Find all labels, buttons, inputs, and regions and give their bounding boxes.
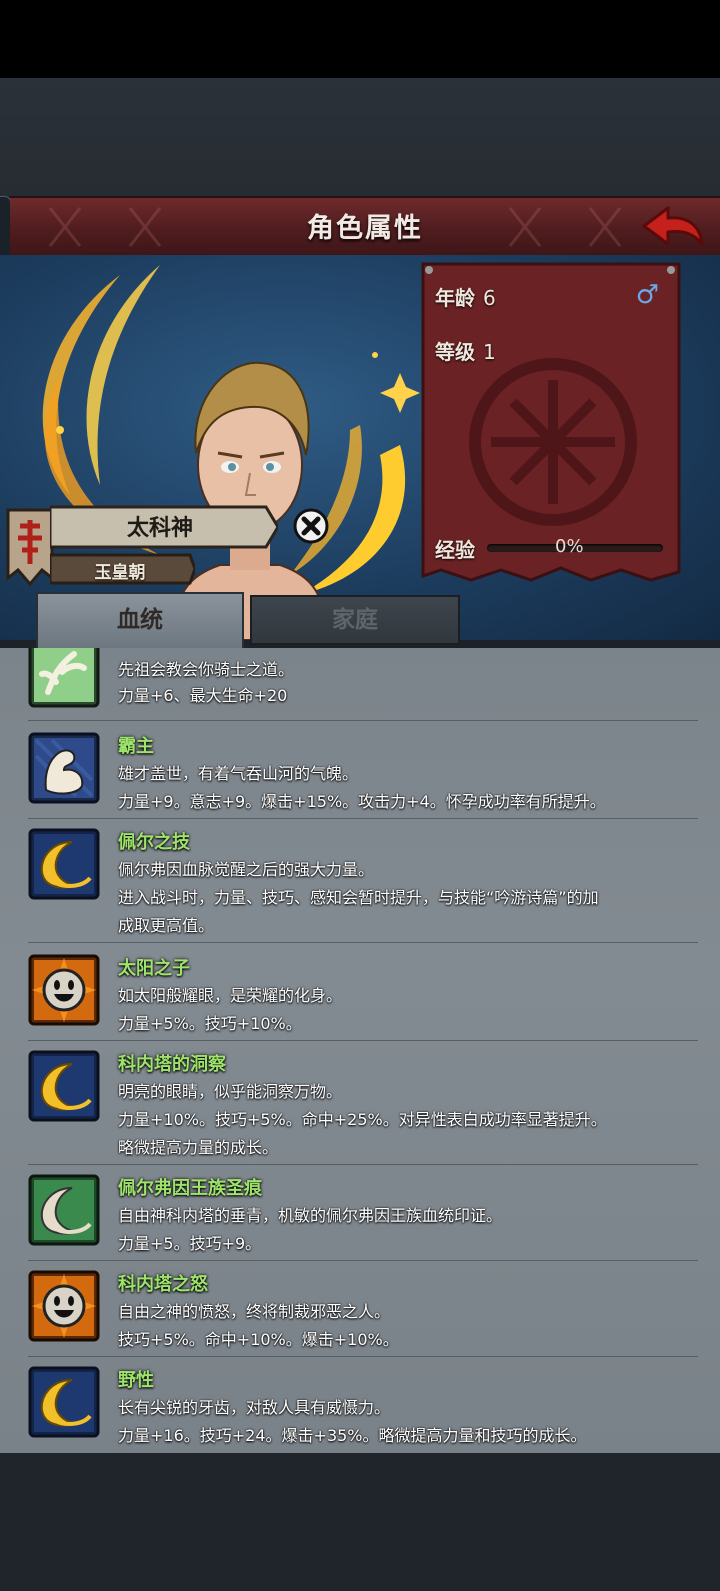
trait-name: 佩尔之技 <box>118 832 190 853</box>
experience-percent: 0% <box>555 536 584 557</box>
tab-bloodline[interactable]: 血统 <box>36 592 244 650</box>
trait-name: 野性 <box>118 1370 154 1391</box>
trait-effect: 力量+5%。技巧+10%。 <box>118 1014 302 1033</box>
age-label: 年龄 <box>435 286 475 310</box>
title-bar: 角色属性 <box>10 196 720 259</box>
divider <box>28 1040 698 1041</box>
male-gender-icon: ♂ <box>635 280 659 310</box>
trait-effect: 进入战斗时，力量、技巧、感知会暂时提升，与技能“吟游诗篇”的加 <box>118 888 599 907</box>
age-value: 6 <box>483 286 496 310</box>
trait-effect: 力量+16。技巧+24。爆击+35%。略微提高力量和技巧的成长。 <box>118 1426 587 1445</box>
trait-description: 先祖会教会你骑士之道。 <box>118 660 295 679</box>
divider <box>28 942 698 943</box>
trait-effect: 技巧+5%。命中+10%。爆击+10%。 <box>118 1330 399 1349</box>
trait-description: 长有尖锐的牙齿，对敌人具有威慑力。 <box>118 1398 391 1417</box>
trait-name: 太阳之子 <box>118 958 190 979</box>
silver-crescent-icon <box>28 1174 100 1246</box>
smiling-sun-icon <box>28 1270 100 1342</box>
status-bar-area <box>0 0 720 78</box>
trait-description: 自由之神的愤怒，终将制裁邪恶之人。 <box>118 1302 391 1321</box>
divider <box>28 720 698 721</box>
dynasty-name: 玉皇朝 <box>94 563 146 583</box>
tab-family[interactable]: 家庭 <box>250 595 460 645</box>
divider <box>28 818 698 819</box>
trait-effect-continued: 略微提高力量的成长。 <box>118 1138 279 1157</box>
level-label: 等级 <box>435 340 475 364</box>
trait-name: 科内塔的洞察 <box>118 1054 226 1075</box>
trait-name: 佩尔弗因王族圣痕 <box>118 1178 262 1199</box>
level-value: 1 <box>483 340 496 364</box>
golden-crescent-icon <box>28 1050 100 1122</box>
divider <box>28 1260 698 1261</box>
trait-description: 自由神科内塔的垂青，机敏的佩尔弗因王族血统印证。 <box>118 1206 503 1225</box>
divider <box>28 1164 698 1165</box>
level-row: 等级 1 <box>435 336 496 365</box>
trait-description: 如太阳般耀眼，是荣耀的化身。 <box>118 986 343 1005</box>
character-name: 太科神 <box>126 516 193 541</box>
trait-description: 雄才盖世，有着气吞山河的气魄。 <box>118 764 359 783</box>
back-arrow-icon[interactable] <box>638 202 708 252</box>
top-backdrop <box>0 78 720 196</box>
trait-effect: 力量+5。技巧+9。 <box>118 1234 262 1253</box>
divider <box>28 1356 698 1357</box>
trait-description: 明亮的眼睛，似乎能洞察万物。 <box>118 1082 343 1101</box>
golden-crescent-icon <box>28 828 100 900</box>
trait-list[interactable]: 先祖会教会你骑士之道。 力量+6、最大生命+20 霸主 雄才盖世，有着气吞山河的… <box>0 648 720 1453</box>
tab-bar: 血统 家庭 <box>0 588 720 650</box>
trait-effect: 力量+6、最大生命+20 <box>118 686 288 705</box>
experience-row: 经验 0% <box>435 534 675 562</box>
trait-effect-continued: 成取更高值。 <box>118 916 215 935</box>
flexed-arm-icon <box>28 732 100 804</box>
trait-effect: 力量+9。意志+9。爆击+15%。攻击力+4。怀孕成功率有所提升。 <box>118 792 606 811</box>
dynasty-banner-icon <box>6 508 54 587</box>
smiling-sun-icon <box>28 954 100 1026</box>
bottom-backdrop <box>0 1453 720 1591</box>
stats-panel: 年龄 6 ♂ 等级 1 经验 0% <box>421 262 681 582</box>
trait-effect: 力量+10%。技巧+5%。命中+25%。对异性表白成功率显著提升。 <box>118 1110 607 1129</box>
page-title: 角色属性 <box>307 213 423 244</box>
trait-name: 科内塔之怒 <box>118 1274 208 1295</box>
age-row: 年龄 6 <box>435 282 496 311</box>
trait-description: 佩尔弗因血脉觉醒之后的强大力量。 <box>118 860 375 879</box>
experience-label: 经验 <box>435 538 475 562</box>
trait-name: 霸主 <box>118 736 154 757</box>
knight-leaf-icon <box>28 648 100 708</box>
golden-crescent-icon <box>28 1366 100 1438</box>
close-icon[interactable] <box>292 507 330 545</box>
